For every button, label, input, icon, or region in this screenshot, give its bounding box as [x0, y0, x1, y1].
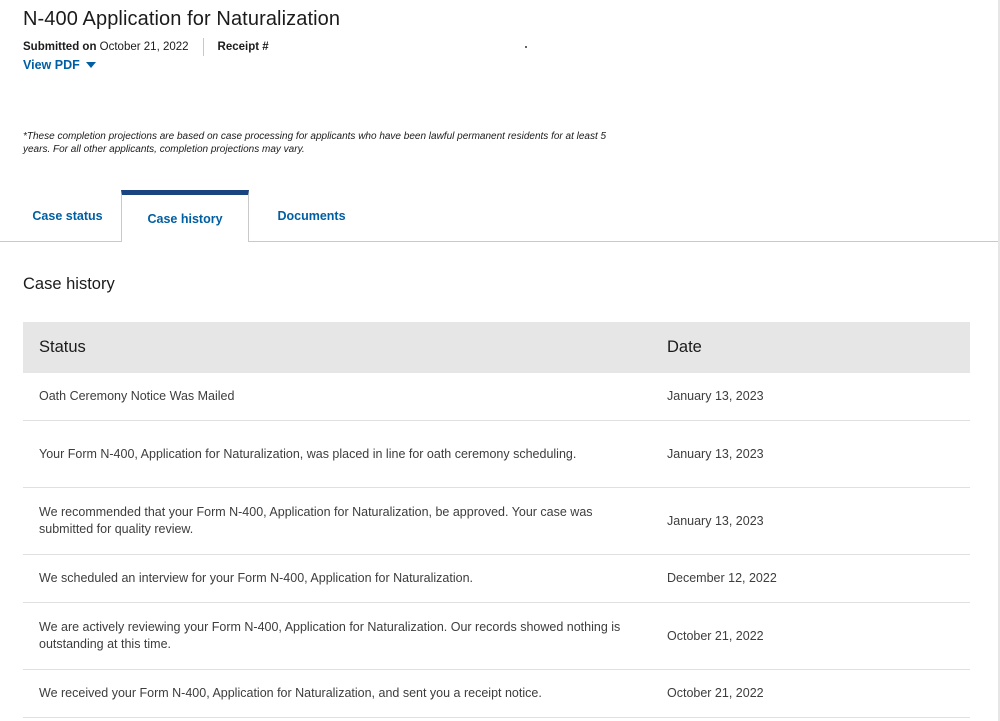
- view-pdf-button[interactable]: View PDF: [23, 58, 96, 72]
- status-cell: Your Form N-400, Application for Natural…: [23, 420, 667, 488]
- date-cell: October 21, 2022: [667, 669, 970, 718]
- status-cell: We are actively reviewing your Form N-40…: [23, 602, 667, 670]
- receipt-label: Receipt #: [217, 41, 269, 53]
- tab-case-history[interactable]: Case history: [121, 190, 249, 242]
- section-title: Case history: [23, 275, 115, 293]
- submitted-date: October 21, 2022: [99, 41, 189, 53]
- caret-down-icon: [85, 62, 96, 68]
- table-row: We are actively reviewing your Form N-40…: [23, 602, 970, 670]
- table-row: We received your Form N-400, Application…: [23, 669, 970, 718]
- case-header: N-400 Application for Naturalization Sub…: [23, 8, 980, 74]
- page-title: N-400 Application for Naturalization: [23, 8, 341, 30]
- case-meta: Submitted on October 21, 2022 Receipt #: [23, 38, 980, 56]
- column-header-date: Date: [667, 322, 970, 373]
- status-cell: We scheduled an interview for your Form …: [23, 554, 667, 603]
- table-row: Your Form N-400, Application for Natural…: [23, 420, 970, 488]
- table-header-row: Status Date: [23, 322, 970, 373]
- completion-disclaimer: *These completion projections are based …: [23, 131, 607, 155]
- table-row: We scheduled an interview for your Form …: [23, 554, 970, 603]
- table-row: Oath Ceremony Notice Was Mailed January …: [23, 373, 970, 421]
- column-header-status: Status: [23, 322, 667, 373]
- meta-divider: [202, 38, 204, 56]
- date-cell: January 13, 2023: [667, 487, 970, 555]
- status-cell: We recommended that your Form N-400, App…: [23, 487, 667, 555]
- tab-case-status[interactable]: Case status: [0, 190, 121, 241]
- view-pdf-label: View PDF: [23, 58, 80, 72]
- status-cell: Oath Ceremony Notice Was Mailed: [23, 373, 667, 421]
- table-row: We recommended that your Form N-400, App…: [23, 487, 970, 555]
- submitted-label: Submitted on: [23, 41, 97, 53]
- page: N-400 Application for Naturalization Sub…: [0, 0, 1000, 721]
- case-history-table: Status Date Oath Ceremony Notice Was Mai…: [23, 322, 970, 718]
- date-cell: January 13, 2023: [667, 420, 970, 488]
- date-cell: October 21, 2022: [667, 602, 970, 670]
- tab-documents[interactable]: Documents: [249, 190, 374, 241]
- stray-dot: [525, 46, 527, 48]
- case-tabs: Case status Case history Documents: [0, 190, 1000, 242]
- status-cell: We received your Form N-400, Application…: [23, 669, 667, 718]
- date-cell: December 12, 2022: [667, 554, 970, 603]
- date-cell: January 13, 2023: [667, 373, 970, 421]
